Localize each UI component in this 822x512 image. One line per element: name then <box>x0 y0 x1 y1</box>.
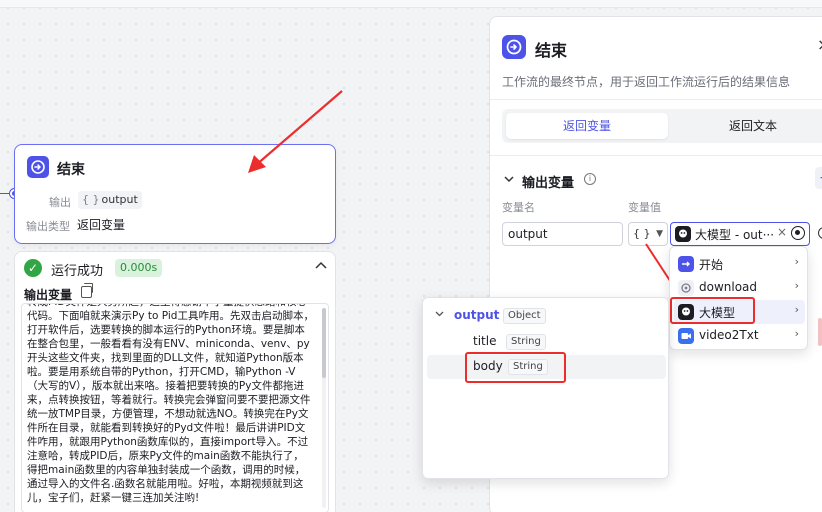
menu-item-video2txt[interactable]: video2Txt › <box>674 324 805 348</box>
output-type-value: 返回变量 <box>77 218 126 232</box>
output-type-label: 输出类型 <box>26 220 70 233</box>
menu-item-start[interactable]: 开始 › <box>674 252 805 276</box>
menu-item-label: 开始 <box>699 258 724 272</box>
output-var-name: output <box>101 193 138 206</box>
annotation-arrow-1 <box>248 90 343 173</box>
scrollbar-thumb[interactable] <box>322 308 326 378</box>
panel-title: 结束 <box>535 41 568 60</box>
top-bar <box>0 0 822 8</box>
menu-item-label: download <box>699 280 758 294</box>
start-icon <box>678 256 694 272</box>
section-collapse-chevron-icon[interactable] <box>504 173 514 186</box>
column-header-value: 变量值 <box>628 201 661 214</box>
output-variables-section-title: 输出变量 <box>522 176 575 191</box>
menu-item-label: video2Txt <box>699 328 759 342</box>
plugin-icon <box>678 280 694 296</box>
tab-return-variable[interactable]: 返回变量 <box>506 113 668 139</box>
field-name: title <box>473 334 497 348</box>
field-type-badge: Object <box>503 308 546 324</box>
divider <box>490 99 822 100</box>
field-type-badge: String <box>506 334 546 350</box>
field-row-title[interactable]: title String <box>427 330 666 354</box>
edge-indicator <box>818 318 822 346</box>
tab-return-text[interactable]: 返回文本 <box>688 113 818 139</box>
run-status-text: 运行成功 <box>51 264 104 279</box>
reference-value-text: 大模型 - out··· <box>695 228 775 242</box>
field-name: output <box>454 308 500 322</box>
column-header-name: 变量名 <box>502 201 535 214</box>
output-var-tag: { } output <box>78 191 142 209</box>
output-text: 转成PID文件是大势所趋，这里得感谢千字童提供思路和核心代码。下面咱就来演示Py… <box>27 304 314 504</box>
clear-icon[interactable]: × <box>777 225 787 239</box>
success-check-icon: ✓ <box>24 259 42 277</box>
video-icon <box>678 328 694 344</box>
divider <box>490 155 822 156</box>
info-icon[interactable]: i <box>584 173 596 185</box>
chevron-right-icon: › <box>794 303 799 316</box>
chevron-down-icon <box>435 309 444 320</box>
output-text-box[interactable]: 转成PID文件是大势所趋，这里得感谢千字童提供思路和核心代码。下面咱就来演示Py… <box>21 303 329 512</box>
run-result-panel: ✓ 运行成功 0.000s 输出变量 转成PID文件是大势所趋，这里得感谢千字童… <box>14 251 336 512</box>
end-node-title: 结束 <box>57 162 85 178</box>
run-duration-badge: 0.000s <box>115 259 163 277</box>
end-node-icon <box>27 156 49 178</box>
chevron-right-icon: › <box>794 279 799 292</box>
variable-name-input[interactable]: output <box>502 222 623 246</box>
chevron-right-icon: › <box>794 255 799 268</box>
close-icon[interactable]: × <box>817 35 822 54</box>
output-var-label: 输出变量 <box>24 288 73 302</box>
field-row-output[interactable]: output Object <box>427 304 666 328</box>
edge-line <box>0 193 10 194</box>
panel-description: 工作流的最终节点，用于返回工作流运行后的结果信息 <box>502 75 791 89</box>
target-icon[interactable] <box>791 226 805 240</box>
llm-output-fields-menu: output Object title String body String <box>422 297 669 479</box>
object-brace-icon: { } <box>633 227 651 240</box>
copy-icon[interactable] <box>81 283 93 298</box>
output-label: 输出 <box>49 196 71 209</box>
remove-variable-icon[interactable] <box>818 227 822 239</box>
collapse-icon[interactable] <box>315 258 327 272</box>
chevron-right-icon: › <box>794 327 799 340</box>
annotation-highlight-llm <box>670 297 755 324</box>
object-brace-icon: { } <box>82 193 100 206</box>
annotation-highlight-body <box>465 352 566 383</box>
end-panel-icon <box>502 35 526 59</box>
add-variable-button[interactable]: + <box>815 167 822 189</box>
